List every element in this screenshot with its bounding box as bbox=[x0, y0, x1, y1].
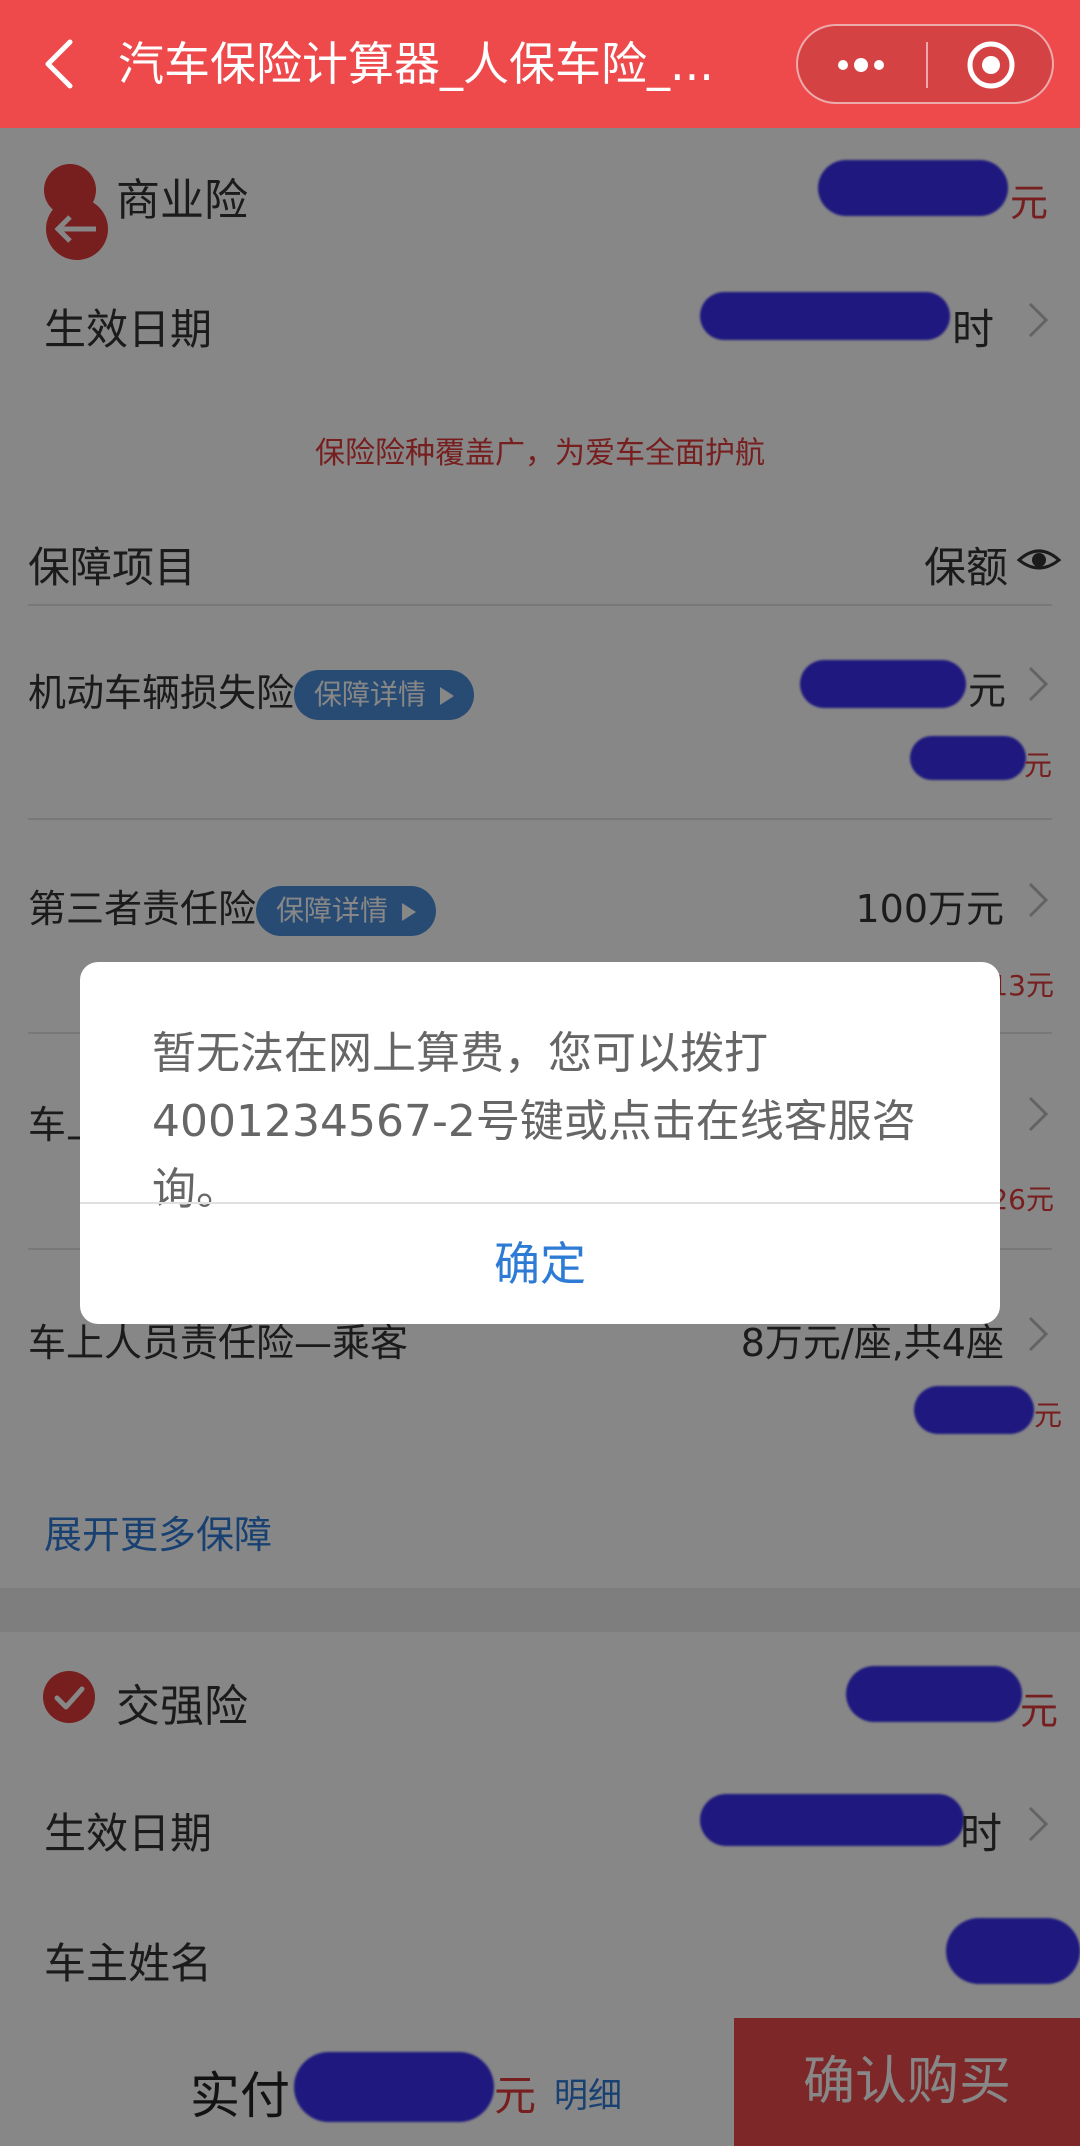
dialog-confirm-button[interactable]: 确定 bbox=[80, 1204, 1000, 1324]
more-dots-icon[interactable] bbox=[818, 42, 904, 88]
mini-program-capsule bbox=[796, 24, 1054, 104]
back-icon[interactable] bbox=[40, 38, 80, 90]
alert-dialog: 暂无法在网上算费，您可以拨打4001234567-2号键或点击在线客服咨询。 确… bbox=[80, 962, 1000, 1324]
dialog-message: 暂无法在网上算费，您可以拨打4001234567-2号键或点击在线客服咨询。 bbox=[152, 1028, 916, 1215]
capsule-divider bbox=[926, 42, 928, 88]
page-title: 汽车保险计算器_人保车险_... bbox=[118, 37, 714, 91]
record-target-icon[interactable] bbox=[946, 36, 1036, 94]
